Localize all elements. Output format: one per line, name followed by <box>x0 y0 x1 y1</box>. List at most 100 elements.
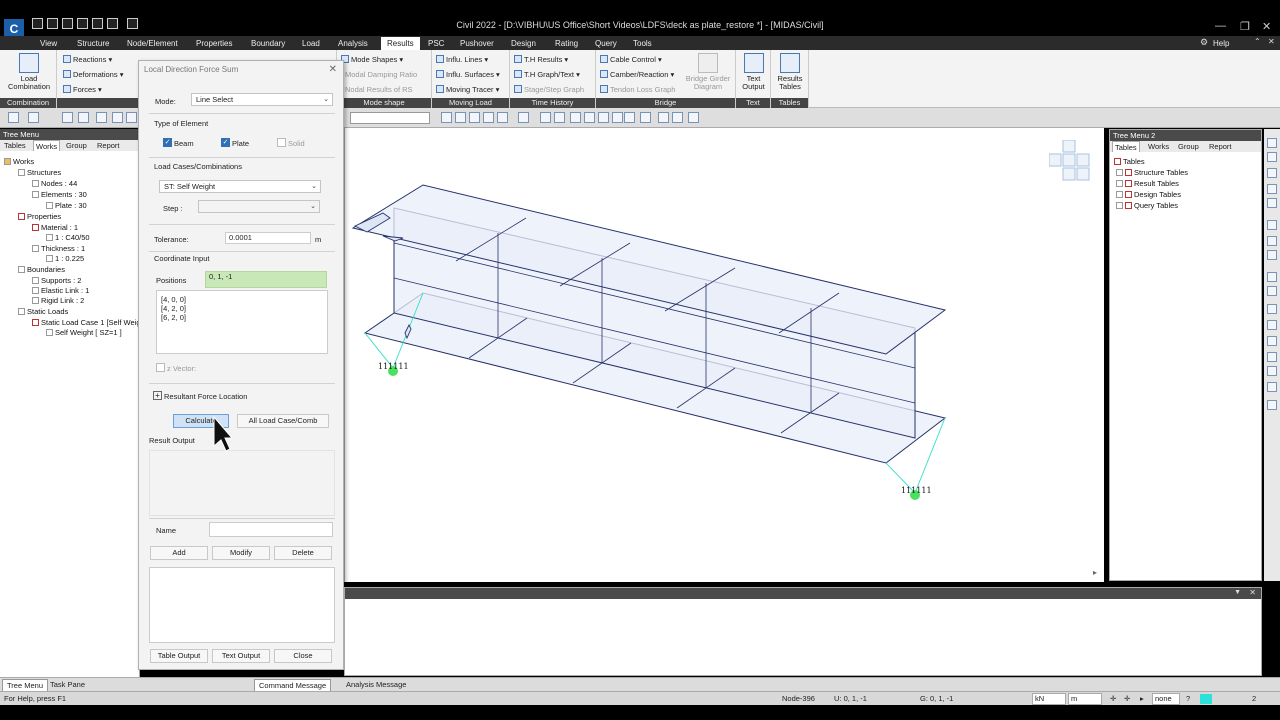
right-view-icon[interactable] <box>1267 352 1277 362</box>
tree-item-tables[interactable]: Tables <box>1114 157 1145 166</box>
add-button[interactable]: Add <box>150 546 208 560</box>
camber-reaction-button[interactable]: Camber/Reaction ▾ <box>600 70 674 79</box>
ribbon-close-icon[interactable]: ✕ <box>1268 37 1275 46</box>
deformations-button[interactable]: Deformations ▾ <box>63 70 123 79</box>
close-icon[interactable]: ✕ <box>1262 20 1271 33</box>
tab-command-message[interactable]: Command Message <box>254 679 332 691</box>
delete-button[interactable]: Delete <box>274 546 332 560</box>
cable-control-button[interactable]: Cable Control ▾ <box>600 55 662 64</box>
menu-view[interactable]: View <box>37 37 60 50</box>
tab-report[interactable]: Report <box>1207 141 1234 152</box>
model-drawing[interactable] <box>345 128 1105 582</box>
forces-button[interactable]: Forces ▾ <box>63 85 102 94</box>
dialog-close-icon[interactable]: ✕ <box>329 64 337 75</box>
undo-icon[interactable] <box>8 112 19 123</box>
close-button[interactable]: Close <box>274 649 332 663</box>
stage-graph-button[interactable]: Stage/Step Graph <box>514 85 584 94</box>
modify-button[interactable]: Modify <box>212 546 270 560</box>
tendon-loss-button[interactable]: Tendon Loss Graph <box>600 85 675 94</box>
menu-query[interactable]: Query <box>592 37 620 50</box>
settings-gear-icon[interactable]: ⚙ <box>1200 37 1208 48</box>
tab-group[interactable]: Group <box>64 140 89 151</box>
shade-icon[interactable] <box>612 112 623 123</box>
tree-item-query-tables[interactable]: Query Tables <box>1116 201 1178 210</box>
front-view-icon[interactable] <box>441 112 452 123</box>
tree-item-design-tables[interactable]: Design Tables <box>1116 190 1181 199</box>
top-view-icon[interactable] <box>455 112 466 123</box>
hidden-icon[interactable] <box>584 112 595 123</box>
snap-icon[interactable]: ✛ <box>1110 694 1116 703</box>
select-icon[interactable] <box>96 112 107 123</box>
menu-analysis[interactable]: Analysis <box>335 37 371 50</box>
tab-tables[interactable]: Tables <box>1112 141 1140 152</box>
tree-item-rigid-link[interactable]: Rigid Link : 2 <box>32 296 84 305</box>
modal-damping-button[interactable]: Modal Damping Ratio <box>345 70 417 79</box>
beam-checkbox[interactable]: ✓ <box>163 138 172 147</box>
table-output-button[interactable]: Table Output <box>150 649 208 663</box>
list-item[interactable]: [4, 2, 0] <box>161 304 186 313</box>
menu-tools[interactable]: Tools <box>630 37 655 50</box>
tree-item-material[interactable]: Material : 1 <box>32 223 78 232</box>
zoom-window-icon[interactable] <box>540 112 551 123</box>
text-output-button[interactable]: Text Output <box>212 649 270 663</box>
minimize-icon[interactable]: — <box>1215 20 1226 32</box>
tree-item-elastic-link[interactable]: Elastic Link : 1 <box>32 286 89 295</box>
nodal-results-button[interactable]: Nodal Results of RS <box>345 85 413 94</box>
zoom-in-icon[interactable] <box>1267 138 1277 148</box>
menu-psc[interactable]: PSC <box>425 37 447 50</box>
name-input[interactable] <box>209 522 333 537</box>
tree-item-nodes[interactable]: Nodes : 44 <box>32 179 77 188</box>
menu-load[interactable]: Load <box>299 37 323 50</box>
step-select[interactable]: ⌄ <box>198 200 320 213</box>
grid-snap-icon[interactable]: ✛ <box>1124 694 1130 703</box>
restore-icon[interactable]: ❐ <box>1240 20 1250 33</box>
polygon-select-icon[interactable] <box>126 112 137 123</box>
solid-checkbox[interactable] <box>277 138 286 147</box>
rotate-icon[interactable] <box>497 112 508 123</box>
tree-item-structure-tables[interactable]: Structure Tables <box>1116 168 1188 177</box>
mode-shapes-button[interactable]: Mode Shapes ▾ <box>341 55 403 64</box>
pan-icon[interactable] <box>1267 220 1277 230</box>
help-menu[interactable]: Help <box>1210 37 1232 50</box>
menu-results[interactable]: Results <box>381 37 420 50</box>
influ-lines-button[interactable]: Influ. Lines ▾ <box>436 55 488 64</box>
viewport-scroll-right-icon[interactable]: ▸ <box>1093 568 1097 577</box>
zoom-fit-icon[interactable] <box>1267 184 1277 194</box>
bottom-view-icon[interactable] <box>1267 320 1277 330</box>
reactions-button[interactable]: Reactions ▾ <box>63 55 112 64</box>
perspective-icon[interactable] <box>1267 400 1277 410</box>
z-vector-checkbox[interactable] <box>156 363 165 372</box>
tab-report[interactable]: Report <box>95 140 122 151</box>
load-case-select[interactable]: ST: Self Weight ⌄ <box>159 180 321 193</box>
tree-item-result-tables[interactable]: Result Tables <box>1116 179 1179 188</box>
tab-task-pane[interactable]: Task Pane <box>46 679 89 691</box>
load-combination-button[interactable]: Load Combination <box>4 53 54 91</box>
text-output-button[interactable]: Text Output <box>738 53 769 91</box>
camera-icon[interactable] <box>688 112 699 123</box>
lock-icon[interactable] <box>672 112 683 123</box>
th-results-button[interactable]: T.H Results ▾ <box>514 55 568 64</box>
tree-item-static-loads[interactable]: Static Loads <box>18 307 68 316</box>
rotate-icon[interactable] <box>1267 236 1277 246</box>
tree-item-plate[interactable]: Plate : 30 <box>46 201 87 210</box>
view-cube[interactable] <box>1048 139 1093 184</box>
zoom-out-icon[interactable] <box>1267 152 1277 162</box>
all-load-case-button[interactable]: All Load Case/Comb <box>237 414 329 428</box>
positions-list[interactable]: [4, 0, 0] [4, 2, 0] [6, 2, 0] <box>156 290 328 354</box>
menu-node-element[interactable]: Node/Element <box>124 37 181 50</box>
render-icon[interactable] <box>598 112 609 123</box>
tolerance-input[interactable]: 0.0001 <box>225 232 311 244</box>
view-selector[interactable] <box>350 112 430 124</box>
move-icon[interactable] <box>1267 250 1277 260</box>
model-viewport[interactable]: 111111 111111 ▸ <box>344 128 1104 582</box>
tree-item-structures[interactable]: Structures <box>18 168 61 177</box>
influ-surfaces-button[interactable]: Influ. Surfaces ▾ <box>436 70 500 79</box>
list-item[interactable]: [6, 2, 0] <box>161 313 186 322</box>
back-view-icon[interactable] <box>1267 286 1277 296</box>
force-unit-select[interactable]: kN <box>1032 693 1066 705</box>
zoom-all-icon[interactable] <box>1267 198 1277 208</box>
side-view-icon[interactable] <box>469 112 480 123</box>
result-output-area[interactable] <box>149 450 335 516</box>
menu-structure[interactable]: Structure <box>74 37 112 50</box>
tab-tables[interactable]: Tables <box>2 140 28 151</box>
